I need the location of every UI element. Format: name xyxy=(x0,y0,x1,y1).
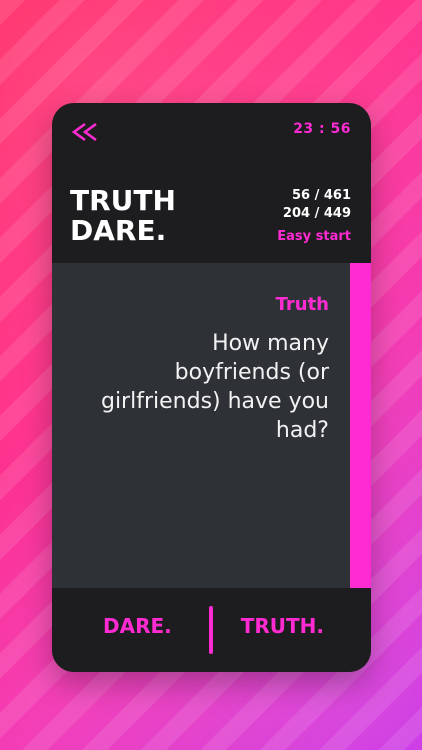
stats-line-1: 56 / 461 xyxy=(291,188,351,203)
question-accent-bar xyxy=(350,263,371,588)
dare-button[interactable]: DARE. xyxy=(103,614,172,638)
question-card: Truth How many boyfriends (or girlfriend… xyxy=(52,263,371,588)
difficulty-level: Easy start xyxy=(277,229,351,244)
stats-line-2: 204 / 449 xyxy=(282,206,351,221)
app-logo: TRUTH DARE. xyxy=(70,187,176,245)
logo-line-2: DARE. xyxy=(70,214,167,247)
logo-line-1: TRUTH xyxy=(70,184,176,217)
timer: 23 : 56 xyxy=(293,121,351,137)
truth-button[interactable]: TRUTH. xyxy=(241,614,324,638)
double-chevron-left-icon xyxy=(71,122,97,142)
progress-stats: 56 / 461 204 / 449 xyxy=(283,187,351,223)
choice-bar: DARE. TRUTH. xyxy=(52,588,371,672)
question-type-label: Truth xyxy=(275,294,329,315)
question-text: How many boyfriends (or girlfriends) hav… xyxy=(100,331,329,443)
game-card: 23 : 56 TRUTH DARE. 56 / 461 204 / 449 E… xyxy=(52,103,371,672)
back-button[interactable] xyxy=(70,121,100,143)
choice-divider xyxy=(209,606,213,654)
